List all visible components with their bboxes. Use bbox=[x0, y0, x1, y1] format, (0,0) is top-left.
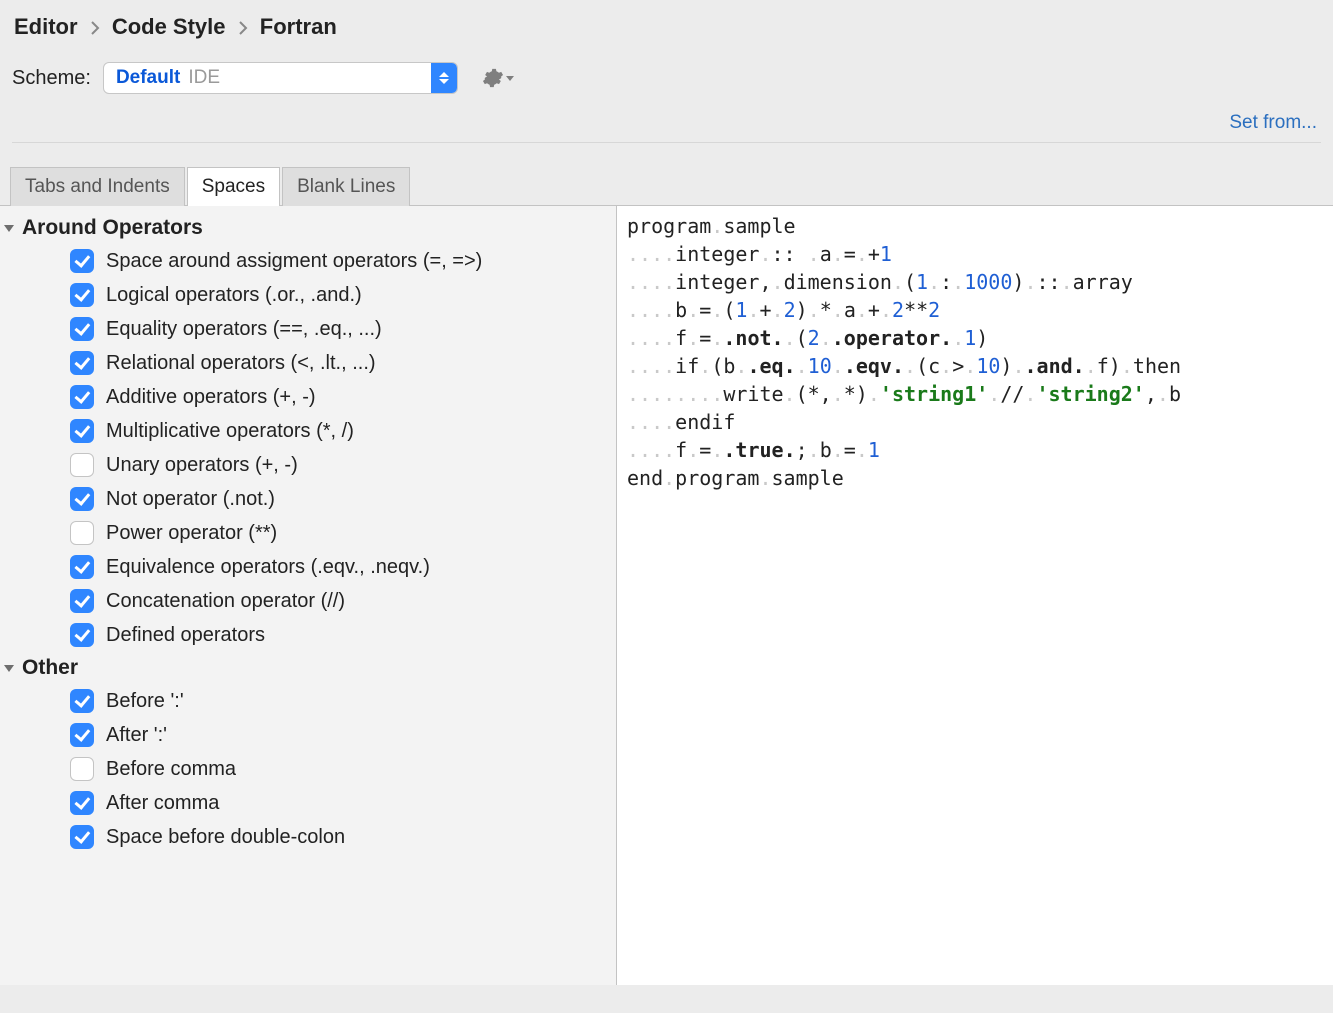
checkbox[interactable] bbox=[70, 351, 94, 375]
checkbox[interactable] bbox=[70, 283, 94, 307]
chevron-down-icon bbox=[506, 76, 514, 81]
checkbox[interactable] bbox=[70, 487, 94, 511]
group-header[interactable]: Other bbox=[0, 652, 616, 684]
code-preview: program.sample....integer.:: .a.=.+1....… bbox=[617, 206, 1333, 985]
option-label: Multiplicative operators (*, /) bbox=[106, 420, 354, 443]
option-label: Before ':' bbox=[106, 690, 184, 713]
option-label: Relational operators (<, .lt., ...) bbox=[106, 352, 376, 375]
option-row: Equality operators (==, .eq., ...) bbox=[0, 312, 616, 346]
options-panel: Around Operators Space around assigment o… bbox=[0, 206, 617, 985]
breadcrumb-item[interactable]: Editor bbox=[14, 14, 78, 39]
option-row: After ':' bbox=[0, 718, 616, 752]
option-label: Space around assigment operators (=, =>) bbox=[106, 250, 482, 273]
checkbox[interactable] bbox=[70, 689, 94, 713]
group-header[interactable]: Around Operators bbox=[0, 212, 616, 244]
scheme-select[interactable]: Default IDE bbox=[103, 62, 458, 94]
panels: Around Operators Space around assigment o… bbox=[0, 205, 1333, 985]
checkbox[interactable] bbox=[70, 791, 94, 815]
option-row: Concatenation operator (//) bbox=[0, 584, 616, 618]
checkbox[interactable] bbox=[70, 757, 94, 781]
option-row: Multiplicative operators (*, /) bbox=[0, 414, 616, 448]
option-label: After comma bbox=[106, 792, 219, 815]
group-title: Around Operators bbox=[22, 216, 203, 240]
option-label: Power operator (**) bbox=[106, 522, 277, 545]
option-label: Equality operators (==, .eq., ...) bbox=[106, 318, 382, 341]
checkbox[interactable] bbox=[70, 589, 94, 613]
option-row: Power operator (**) bbox=[0, 516, 616, 550]
option-row: Relational operators (<, .lt., ...) bbox=[0, 346, 616, 380]
option-label: Not operator (.not.) bbox=[106, 488, 275, 511]
scheme-badge: IDE bbox=[180, 67, 431, 89]
option-label: Unary operators (+, -) bbox=[106, 454, 298, 477]
option-row: Equivalence operators (.eqv., .neqv.) bbox=[0, 550, 616, 584]
scheme-row: Scheme: Default IDE bbox=[0, 50, 1333, 112]
breadcrumb-item[interactable]: Fortran bbox=[260, 14, 337, 39]
tab-tabs-and-indents[interactable]: Tabs and Indents bbox=[10, 167, 185, 206]
chevron-right-icon bbox=[90, 21, 100, 35]
option-label: Space before double-colon bbox=[106, 826, 345, 849]
breadcrumb-item[interactable]: Code Style bbox=[112, 14, 226, 39]
option-label: Before comma bbox=[106, 758, 236, 781]
divider bbox=[12, 142, 1321, 143]
tabs: Tabs and IndentsSpacesBlank Lines bbox=[0, 167, 1333, 206]
disclosure-triangle-icon bbox=[4, 225, 14, 232]
option-label: Logical operators (.or., .and.) bbox=[106, 284, 362, 307]
checkbox[interactable] bbox=[70, 385, 94, 409]
chevron-right-icon bbox=[238, 21, 248, 35]
checkbox[interactable] bbox=[70, 825, 94, 849]
option-row: Space around assigment operators (=, =>) bbox=[0, 244, 616, 278]
set-from-link[interactable]: Set from... bbox=[1229, 112, 1317, 133]
checkbox[interactable] bbox=[70, 623, 94, 647]
option-label: After ':' bbox=[106, 724, 167, 747]
option-row: Not operator (.not.) bbox=[0, 482, 616, 516]
gear-button[interactable] bbox=[482, 67, 514, 89]
option-row: After comma bbox=[0, 786, 616, 820]
option-row: Unary operators (+, -) bbox=[0, 448, 616, 482]
option-row: Logical operators (.or., .and.) bbox=[0, 278, 616, 312]
option-row: Before comma bbox=[0, 752, 616, 786]
option-row: Additive operators (+, -) bbox=[0, 380, 616, 414]
option-row: Defined operators bbox=[0, 618, 616, 652]
group-title: Other bbox=[22, 656, 78, 680]
option-row: Before ':' bbox=[0, 684, 616, 718]
checkbox[interactable] bbox=[70, 555, 94, 579]
scheme-label: Scheme: bbox=[12, 67, 91, 90]
option-label: Additive operators (+, -) bbox=[106, 386, 316, 409]
option-row: Space before double-colon bbox=[0, 820, 616, 854]
tab-spaces[interactable]: Spaces bbox=[187, 167, 280, 206]
disclosure-triangle-icon bbox=[4, 665, 14, 672]
checkbox[interactable] bbox=[70, 249, 94, 273]
updown-icon[interactable] bbox=[431, 62, 457, 94]
tab-blank-lines[interactable]: Blank Lines bbox=[282, 167, 410, 206]
checkbox[interactable] bbox=[70, 723, 94, 747]
option-label: Defined operators bbox=[106, 624, 265, 647]
scheme-name: Default bbox=[104, 67, 180, 89]
breadcrumb: Editor Code Style Fortran bbox=[0, 0, 1333, 50]
option-label: Equivalence operators (.eqv., .neqv.) bbox=[106, 556, 430, 579]
gear-icon bbox=[482, 67, 504, 89]
checkbox[interactable] bbox=[70, 419, 94, 443]
checkbox[interactable] bbox=[70, 453, 94, 477]
option-label: Concatenation operator (//) bbox=[106, 590, 345, 613]
checkbox[interactable] bbox=[70, 317, 94, 341]
checkbox[interactable] bbox=[70, 521, 94, 545]
